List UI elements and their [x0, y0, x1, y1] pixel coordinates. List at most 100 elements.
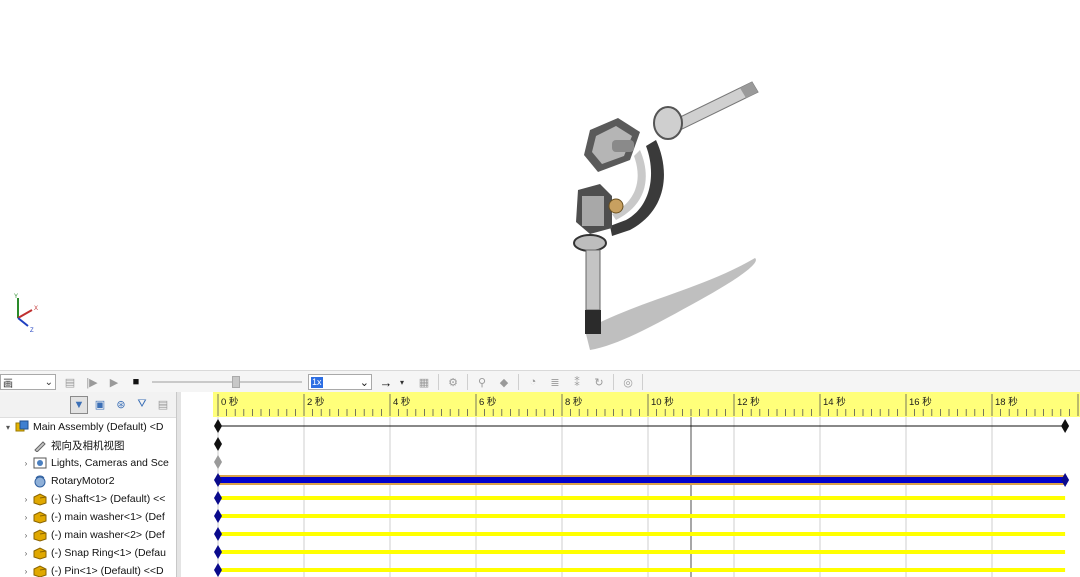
key-point — [214, 545, 222, 559]
component-bar — [218, 532, 1066, 536]
part-icon — [32, 564, 48, 577]
tree-row-label: RotaryMotor2 — [51, 475, 115, 487]
chevron-down-icon: ⌄ — [44, 376, 53, 388]
part-icon — [32, 528, 48, 542]
tree-row-label: Main Assembly (Default) <D — [33, 421, 164, 433]
study-properties-icon[interactable]: ◎ — [620, 374, 636, 390]
animation-wizard-icon[interactable]: ⚙ — [445, 374, 461, 390]
lights-icon — [32, 456, 48, 470]
chevron-down-icon: ⌄ — [359, 376, 369, 389]
play-icon[interactable]: ▶ — [106, 374, 122, 390]
expand-toggle-icon[interactable]: › — [20, 531, 32, 540]
playback-slider[interactable] — [152, 374, 302, 390]
component-bar — [218, 550, 1066, 554]
assembly-model[interactable] — [0, 0, 1080, 368]
tree-row[interactable]: › (-) Shaft<1> (Default) << — [0, 490, 176, 508]
cross-pin — [612, 140, 634, 152]
tree-row-label: (-) Pin<1> (Default) <<D — [51, 565, 164, 577]
motion-manager-tree: ▼ ▣ ⊛ ⛛ ▤ ▾ Main Assembly (Default) <D 视向及… — [0, 392, 177, 577]
contact-icon[interactable]: ⁑ — [569, 374, 585, 390]
speed-value: 1x — [311, 376, 323, 388]
key-point — [214, 419, 222, 433]
key-point — [214, 527, 222, 541]
shaft-lower — [585, 249, 601, 311]
tree-row[interactable]: › (-) main washer<2> (Def — [0, 526, 176, 544]
tree-row[interactable]: › (-) main washer<1> (Def — [0, 508, 176, 526]
expand-toggle-icon[interactable]: › — [20, 495, 32, 504]
study-type-label: 画 — [3, 378, 13, 390]
spring-icon[interactable]: ≣ — [547, 374, 563, 390]
motion-toolbar: 画 ⌄ ▤ |▶ ▶ ■ 1x ⌄ → ▾ ▦ ⚙ ⚲ ◆ ◔ ≣ ⁑ ↻ ◎ — [0, 370, 1080, 393]
rotary-motor-icon — [32, 474, 48, 488]
toolbar-separator — [467, 374, 468, 390]
filter-selected-icon[interactable]: ⊛ — [112, 396, 130, 414]
assembly-icon — [14, 420, 30, 434]
toolbar-separator — [642, 374, 643, 390]
study-type-select[interactable]: 画 ⌄ — [0, 374, 56, 390]
toolbar-separator — [613, 374, 614, 390]
component-bar — [218, 514, 1066, 518]
shaft-lower-spline — [585, 310, 601, 334]
play-from-start-icon[interactable]: |▶ — [84, 374, 100, 390]
save-animation-icon[interactable]: ▦ — [416, 374, 432, 390]
tree-row-label: (-) main washer<1> (Def — [51, 511, 165, 523]
expand-toggle-icon[interactable]: ▾ — [2, 423, 14, 432]
part-icon — [32, 510, 48, 524]
expand-toggle-icon[interactable]: › — [20, 567, 32, 576]
reference-triad: Y X Z — [14, 294, 38, 334]
motor-icon[interactable]: ◔ — [525, 374, 541, 390]
camera-view-icon — [32, 438, 48, 452]
component-bar — [218, 496, 1066, 500]
chevron-down-icon[interactable]: ▾ — [394, 374, 410, 390]
tree-row[interactable]: ▾ Main Assembly (Default) <D — [0, 418, 176, 436]
tree-row[interactable]: › Lights, Cameras and Sce — [0, 454, 176, 472]
tree-list: ▾ Main Assembly (Default) <D 视向及相机视图 › Light… — [0, 418, 176, 577]
lower-collar — [573, 234, 607, 252]
expand-toggle-icon[interactable]: › — [20, 513, 32, 522]
playback-mode-icon[interactable]: → — [378, 374, 394, 390]
autokey-icon[interactable]: ⚲ — [474, 374, 490, 390]
tree-filter-bar: ▼ ▣ ⊛ ⛛ ▤ — [0, 392, 176, 418]
calculate-icon[interactable]: ▤ — [62, 374, 78, 390]
filter-driving-icon[interactable]: ▣ — [91, 396, 109, 414]
component-bar — [218, 568, 1066, 572]
part-icon — [32, 492, 48, 506]
model-shadow — [585, 258, 756, 350]
tree-row-label: (-) Snap Ring<1> (Defau — [51, 547, 166, 559]
slider-track — [152, 381, 302, 383]
triad-x-axis — [17, 309, 33, 319]
graphics-area[interactable]: Y X Z — [0, 0, 1080, 368]
filter-animated-icon[interactable]: ▼ — [70, 395, 88, 414]
triad-x-label: X — [34, 306, 38, 312]
key-point — [214, 455, 222, 469]
key-point — [214, 437, 222, 451]
triad-z-label: Z — [30, 328, 34, 334]
timeline-gutter — [181, 392, 213, 577]
lower-yoke-face — [582, 196, 604, 226]
stop-icon[interactable]: ■ — [128, 374, 144, 390]
expand-toggle-icon[interactable]: › — [20, 549, 32, 558]
filter-results-icon[interactable]: ⛛ — [133, 396, 151, 414]
motor-bar — [218, 477, 1066, 483]
tree-row-label: 视向及相机视图 — [51, 439, 125, 452]
tree-row[interactable]: › (-) Pin<1> (Default) <<D — [0, 562, 176, 577]
expand-toggle-icon[interactable]: › — [20, 459, 32, 468]
timeline-tracks — [214, 417, 1070, 577]
filter-autokey-icon[interactable]: ▤ — [154, 396, 172, 414]
triad-y-label: Y — [14, 294, 18, 300]
tree-row[interactable]: › (-) Snap Ring<1> (Defau — [0, 544, 176, 562]
tree-row[interactable]: 视向及相机视图 — [0, 436, 176, 454]
shaft-collar — [653, 106, 683, 140]
timeline-area[interactable]: 0 秒2 秒4 秒6 秒8 秒 10 秒 12 秒 14 秒 16 秒 18 秒 — [213, 392, 1080, 577]
tree-row-label: (-) Shaft<1> (Default) << — [51, 493, 166, 505]
tree-row-label: (-) main washer<2> (Def — [51, 529, 165, 541]
key-point — [214, 491, 222, 505]
toolbar-separator — [518, 374, 519, 390]
gravity-icon[interactable]: ↻ — [591, 374, 607, 390]
tree-row[interactable]: RotaryMotor2 — [0, 472, 176, 490]
add-key-icon[interactable]: ◆ — [496, 374, 512, 390]
playback-speed-select[interactable]: 1x ⌄ — [308, 374, 372, 390]
key-point — [214, 509, 222, 523]
key-point — [1061, 419, 1070, 433]
slider-thumb[interactable] — [232, 376, 240, 388]
